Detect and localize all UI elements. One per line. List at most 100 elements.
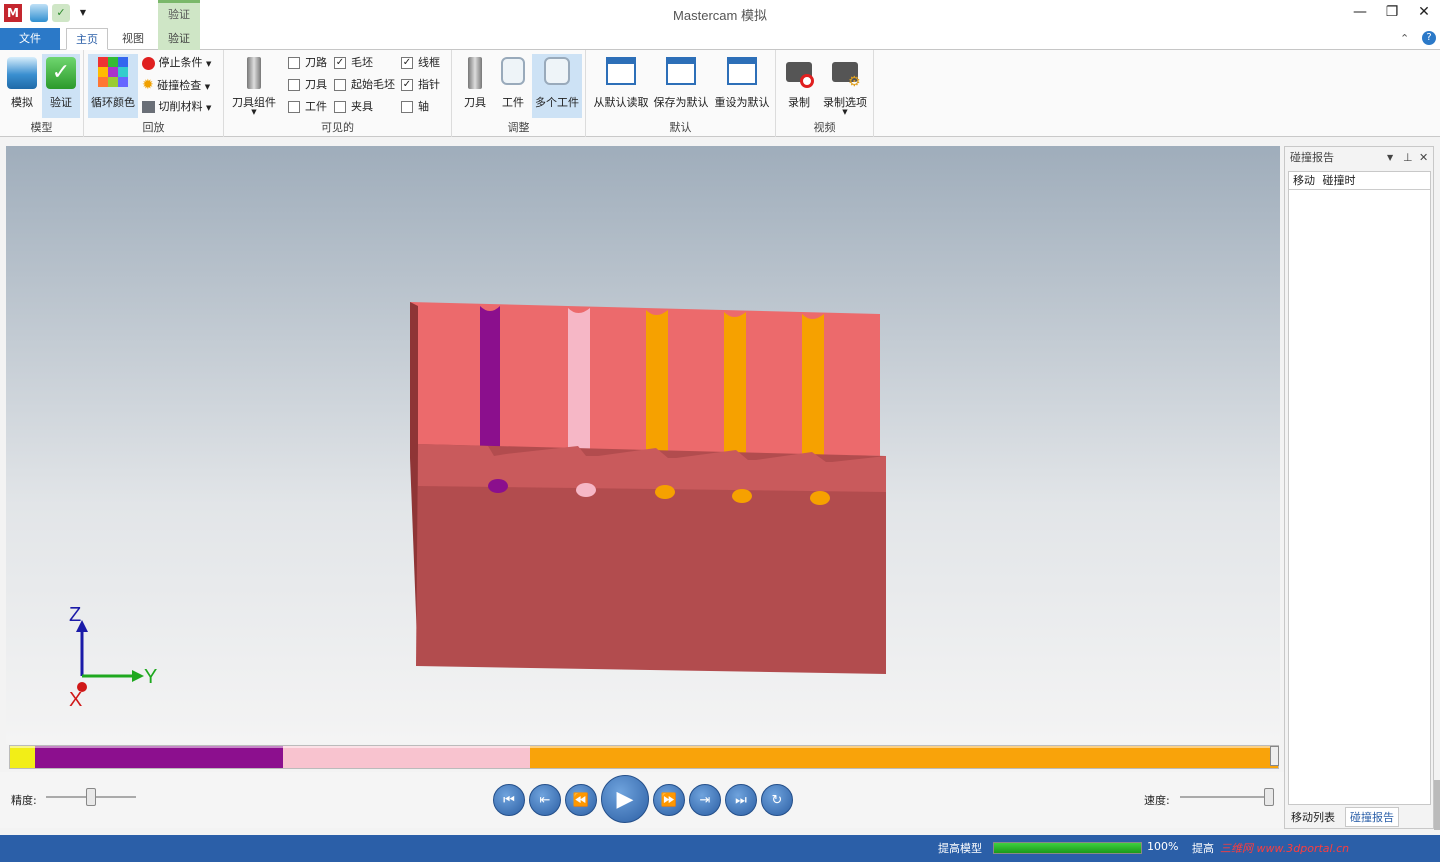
cycle-colors-button[interactable]: 循环颜色 [88,54,138,118]
checkbox-box: ✓ [401,79,413,91]
column-collision-time[interactable]: 碰撞时 [1323,174,1356,187]
checkbox-box [288,101,300,113]
tab-view[interactable]: 视图 [112,28,154,50]
simulation-viewport[interactable]: Z Y X [6,146,1280,744]
restore-button[interactable]: ❐ [1380,4,1404,22]
checkbox-box [334,101,346,113]
group-playback: 循环颜色 停止条件 ▼ ✹ 碰撞检查 ▼ 切削材料 ▼ 回放 [84,50,224,137]
groove-end-purple [488,479,508,493]
groove-end-orange-1 [655,485,675,499]
color-grid-icon [98,57,128,87]
checkbox-pointer[interactable]: ✓ 指针 [401,76,440,94]
collision-check-button[interactable]: ✹ 碰撞检查 ▼ [142,75,210,95]
gear-icon: ⚙ [848,74,861,90]
group-defaults: 从默认读取 保存为默认 重设为默认 默认 [586,50,776,137]
tab-verify[interactable]: 验证 [158,28,200,50]
simulate-button[interactable]: 模拟 [4,54,40,118]
step-forward-button[interactable]: ⇥ [689,784,721,816]
simulation-timeline[interactable] [9,745,1279,769]
timeline-segment [10,746,36,768]
checkbox-stock[interactable]: ✓ 毛坯 [334,54,373,72]
step-back-button[interactable]: ⇤ [529,784,561,816]
panel-dropdown-icon[interactable]: ▼ [1387,147,1393,169]
checkbox-toolpath[interactable]: 刀路 [288,54,327,72]
simulate-icon [7,57,37,89]
x-axis-label: X [69,689,82,711]
tab-home[interactable]: 主页 [66,28,108,50]
collision-report-list[interactable]: 移动 碰撞时 [1288,171,1431,805]
panel-close-icon[interactable]: ✕ [1419,147,1428,169]
checkbox-box [288,79,300,91]
checkbox-box [334,79,346,91]
loop-button[interactable]: ↻ [761,784,793,816]
progress-percent: 100% [1147,840,1179,853]
fast-forward-button[interactable]: ⏩ [653,784,685,816]
checkmark-icon: ✓ [46,57,76,89]
save-default-icon [666,57,696,85]
rewind-button[interactable]: ⏪ [565,784,597,816]
go-to-end-button[interactable]: ⏭ [725,784,757,816]
checkbox-initial-stock[interactable]: 起始毛坯 [334,76,395,94]
collision-report-panel: 碰撞报告 ▼ ⊥ ✕ 移动 碰撞时 移动列表 碰撞报告 [1284,146,1434,829]
multi-workpiece-icon [544,57,570,85]
speed-slider-track[interactable] [1180,796,1274,798]
checkbox-fixture[interactable]: 夹具 [334,98,373,116]
checkbox-wireframe[interactable]: ✓ 线框 [401,54,440,72]
timeline-handle[interactable] [1270,746,1279,766]
checkbox-axis[interactable]: 轴 [401,98,429,116]
y-axis-label: Y [144,666,157,688]
groove-end-orange-3 [810,491,830,505]
dropdown-arrow-icon: ▼ [206,60,212,68]
load-default-button[interactable]: 从默认读取 [592,54,650,118]
reset-default-icon [727,57,757,85]
checkbox-box [401,101,413,113]
dropdown-arrow-icon: ▼ [204,83,211,91]
collapse-ribbon-icon[interactable]: ⌃ [1400,32,1409,45]
group-video: 录制 ⚙ 录制选项 ▼ 视频 [776,50,874,137]
timeline-segment [282,746,530,768]
record-button[interactable]: 录制 [782,54,816,118]
groove-end-orange-2 [732,489,752,503]
tab-collision-report[interactable]: 碰撞报告 [1345,807,1399,827]
close-button[interactable]: ✕ [1412,4,1436,22]
watermark: 三维网 www.3dportal.cn [1220,842,1350,855]
z-axis-label: Z [69,604,81,626]
timeline-segment [35,746,283,768]
timeline-segment [529,746,1278,768]
save-default-button[interactable]: 保存为默认 [652,54,710,118]
multi-workpiece-button[interactable]: 多个工件 [532,54,582,118]
dropdown-arrow-icon: ▼ [251,108,257,116]
window-title: Mastercam 模拟 [673,8,767,23]
reset-default-button[interactable]: 重设为默认 [712,54,772,118]
ribbon: 模拟 ✓ 验证 模型 循环颜色 停止条件 ▼ ✹ 碰撞检查 ▼ 切削材料 ▼ 回… [0,50,1440,137]
panel-title: 碰撞报告 [1290,151,1334,164]
tool-button[interactable]: 刀具 [458,54,492,118]
groove-end-pink [576,483,596,497]
help-icon[interactable]: ? [1422,31,1436,45]
checkbox-box: ✓ [401,57,413,69]
checkbox-tool[interactable]: 刀具 [288,76,327,94]
record-options-button[interactable]: ⚙ 录制选项 ▼ [820,54,870,118]
verify-button[interactable]: ✓ 验证 [42,54,80,118]
workpiece-button[interactable]: 工件 [496,54,530,118]
title-bar: M ✓ ▼ 验证 Mastercam 模拟 — ❐ ✕ [0,0,1440,50]
column-move[interactable]: 移动 [1293,174,1315,187]
y-axis-arrow [132,670,144,682]
stop-icon [142,56,155,70]
stock-model: Z Y X [69,302,886,711]
tool-assembly-button[interactable]: 刀具组件 ▼ [228,54,280,118]
minimize-button[interactable]: — [1348,4,1372,22]
group-visible: 刀具组件 ▼ 刀路 刀具 工件 ✓ 毛坯 起始毛坯 夹具 ✓ 线框 ✓ 指针 轴 可见… [224,50,452,137]
tab-move-list[interactable]: 移动列表 [1291,809,1335,825]
ribbon-tabs: 文件 主页 视图 验证 ⌃ ? [0,28,1440,50]
precision-slider-thumb[interactable] [86,788,96,806]
pin-icon[interactable]: ⊥ [1403,147,1413,169]
checkbox-workpiece[interactable]: 工件 [288,98,327,116]
cut-material-button[interactable]: 切削材料 ▼ [142,97,211,117]
speed-slider-thumb[interactable] [1264,788,1274,806]
tab-file[interactable]: 文件 [0,28,60,50]
scrollbar[interactable] [1434,780,1440,830]
play-button[interactable]: ▶ [601,775,649,823]
stop-conditions-button[interactable]: 停止条件 ▼ [142,53,211,73]
go-to-start-button[interactable]: ⏮ [493,784,525,816]
